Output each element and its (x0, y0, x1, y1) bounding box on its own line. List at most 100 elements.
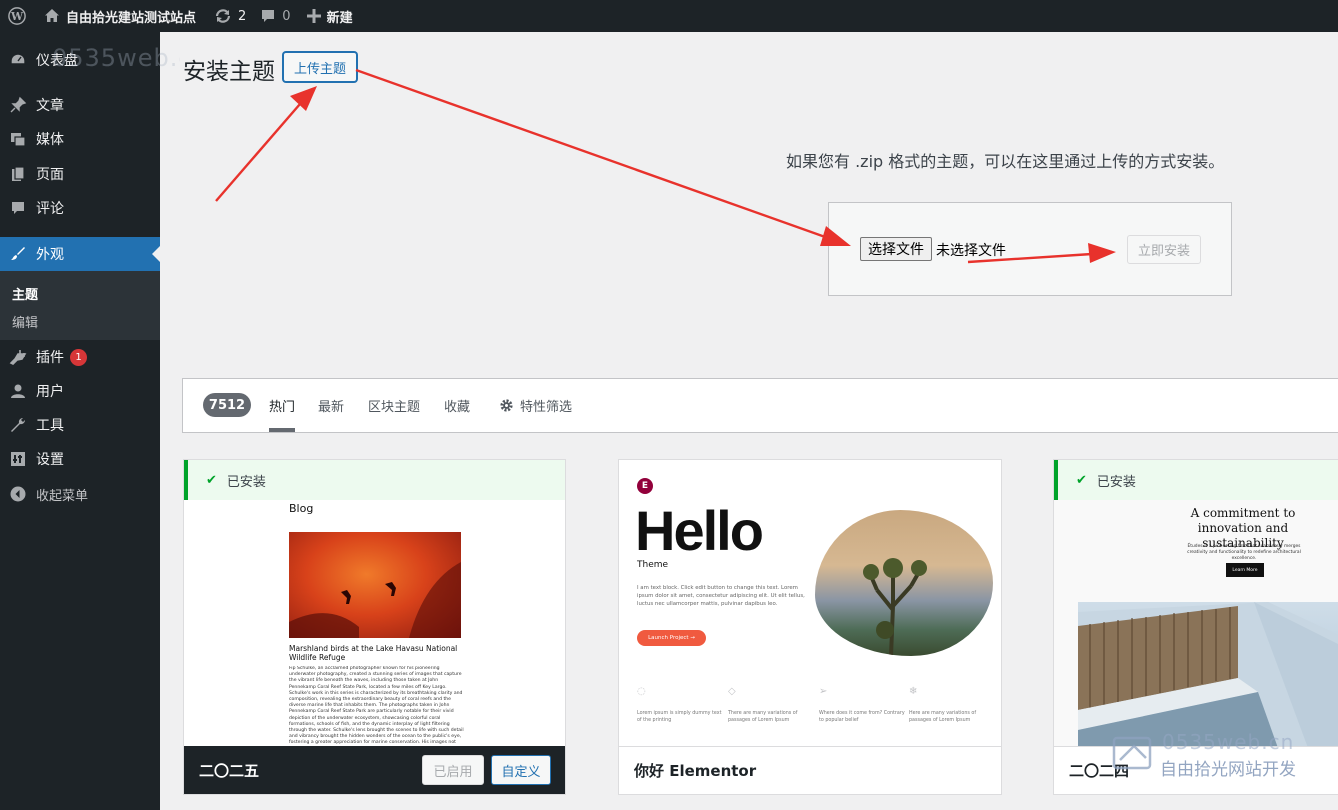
preview-cta: Learn More (1226, 563, 1264, 577)
svg-text:W: W (10, 10, 24, 23)
plus-icon (306, 9, 321, 23)
feature-filter-button[interactable]: 特性筛选 (499, 396, 572, 415)
menu-collapse[interactable]: 收起菜单 (0, 477, 160, 511)
menu-label: 媒体 (36, 132, 64, 148)
upload-theme-button[interactable]: 上传主题 (283, 52, 357, 82)
theme-footer: 你好 Elementor (619, 746, 1001, 794)
preview-headline: Hello (635, 499, 764, 562)
new-label: 新建 (326, 10, 353, 26)
watermark-text: 自由拾光网站开发 (1160, 760, 1296, 780)
tab-active-indicator (269, 428, 295, 432)
arrow-to-choose-file (355, 68, 829, 240)
collapse-icon (0, 485, 36, 503)
tab-popular[interactable]: 热门 (269, 396, 295, 415)
theme-screenshot: E Hello Theme I am text block. Click edi… (619, 460, 1001, 748)
menu-posts[interactable]: 文章 (0, 88, 160, 122)
theme-count-badge: 7512 (203, 393, 251, 417)
choose-file-button[interactable]: 选择文件 (860, 237, 932, 261)
tab-latest[interactable]: 最新 (318, 396, 344, 415)
feature-text-1: Lorem ipsum is simply dummy text of the … (637, 711, 722, 723)
comment-icon (262, 10, 275, 22)
admin-bar: W 自由拾光建站测试站点 2 0 新建 (0, 0, 1338, 32)
watermark-top: 0535web.cn (52, 44, 180, 72)
tab-block-themes[interactable]: 区块主题 (368, 396, 420, 415)
comments-count: 0 (282, 8, 291, 24)
pin-icon (0, 96, 36, 114)
menu-users[interactable]: 用户 (0, 374, 160, 408)
tab-favorites[interactable]: 收藏 (444, 396, 470, 415)
brush-icon (0, 245, 36, 263)
menu-comments[interactable]: 评论 (0, 191, 160, 225)
theme-name: 你好 Elementor (634, 762, 757, 780)
install-now-button[interactable]: 立即安装 (1127, 235, 1201, 264)
theme-screenshot: A commitment to innovation and sustainab… (1054, 500, 1338, 748)
lightbulb-icon: ◌ (637, 686, 646, 697)
paper-plane-icon: ➢ (819, 686, 828, 697)
menu-tools[interactable]: 工具 (0, 408, 160, 442)
menu-label: 用户 (36, 384, 64, 400)
preview-cactus-photo (815, 510, 993, 656)
menu-settings[interactable]: 设置 (0, 442, 160, 476)
customize-button[interactable]: 自定义 (491, 755, 551, 785)
plugin-icon (0, 348, 36, 366)
theme-card-hello-elementor[interactable]: E Hello Theme I am text block. Click edi… (618, 459, 1002, 795)
theme-footer: 二〇二五 已启用 自定义 (184, 746, 565, 794)
activated-button[interactable]: 已启用 (422, 755, 484, 785)
submenu-themes[interactable]: 主题 (12, 284, 38, 303)
user-icon (0, 382, 36, 400)
media-icon (0, 130, 36, 148)
theme-screenshot: Blog Marshland birds at the Lake Havasu … (184, 500, 565, 748)
diamond-icon: ◇ (728, 686, 736, 697)
arrow-head-upload (290, 86, 317, 111)
installed-notice: ✔ 已安装 (184, 460, 565, 500)
comment-icon (0, 199, 36, 217)
snowflake-icon: ❄ (909, 686, 918, 697)
wordpress-logo-button[interactable]: W (0, 0, 34, 32)
menu-label: 外观 (36, 247, 64, 263)
feature-text-4: Here are many variations of passages of … (909, 711, 977, 723)
menu-appearance[interactable]: 外观 (0, 237, 160, 271)
preview-caption: Marshland birds at the Lake Havasu Natio… (289, 644, 458, 662)
updates-link[interactable]: 2 (204, 0, 254, 32)
feature-text-3: Where does it come from? Contrary to pop… (819, 711, 905, 723)
arrow-to-upload-button (215, 103, 301, 202)
comments-link[interactable]: 0 (254, 0, 298, 32)
preview-photo (289, 532, 461, 638)
menu-plugins[interactable]: 插件 1 (0, 340, 160, 374)
preview-building-photo (1078, 602, 1338, 748)
birds-silhouette (289, 562, 461, 638)
menu-media[interactable]: 媒体 (0, 122, 160, 156)
site-name: 自由拾光建站测试站点 (66, 10, 197, 26)
watermark-url: 0535web.cn (1162, 730, 1295, 754)
wordpress-icon: W (8, 7, 26, 25)
updates-count: 2 (238, 8, 247, 24)
wrench-icon (0, 416, 36, 434)
menu-label: 页面 (36, 167, 64, 183)
site-name-link[interactable]: 自由拾光建站测试站点 (34, 0, 204, 32)
preview-body: Études is a pioneering firm that seamles… (1187, 544, 1301, 561)
upload-help-text: 如果您有 .zip 格式的主题，可以在这里通过上传的方式安装。 (786, 152, 1225, 171)
page-icon (0, 165, 36, 183)
menu-pages[interactable]: 页面 (0, 157, 160, 191)
submenu-editor[interactable]: 编辑 (12, 312, 38, 331)
preview-cta: Launch Project → (637, 630, 706, 646)
refresh-icon (215, 9, 231, 23)
admin-sidebar: 仪表盘 文章 媒体 页面 评论 外观 主题 编辑 插件 1 用户 工具 设置 收… (0, 32, 160, 810)
settings-icon (0, 450, 36, 468)
menu-label: 文章 (36, 98, 64, 114)
new-content-link[interactable]: 新建 (299, 0, 361, 32)
feature-icons-row: ◌ ◇ ➢ ❄ (637, 686, 987, 698)
theme-card-twentytwentyfive[interactable]: ✔ 已安装 Blog Marshland birds at the Lake H… (183, 459, 566, 795)
appearance-submenu: 主题 编辑 (0, 271, 160, 340)
theme-name: 二〇二五 (199, 761, 260, 780)
home-icon (45, 9, 59, 22)
check-icon: ✔ (1076, 472, 1087, 488)
no-file-label: 未选择文件 (936, 243, 1006, 259)
dashboard-icon (0, 51, 36, 69)
menu-label: 收起菜单 (36, 488, 89, 504)
installed-notice: ✔ 已安装 (1054, 460, 1338, 500)
check-icon: ✔ (206, 472, 217, 488)
menu-label: 插件 (36, 350, 64, 366)
preview-body: Fip Schulke, an acclaimed photographer k… (289, 666, 464, 746)
plugins-update-badge: 1 (70, 348, 87, 366)
